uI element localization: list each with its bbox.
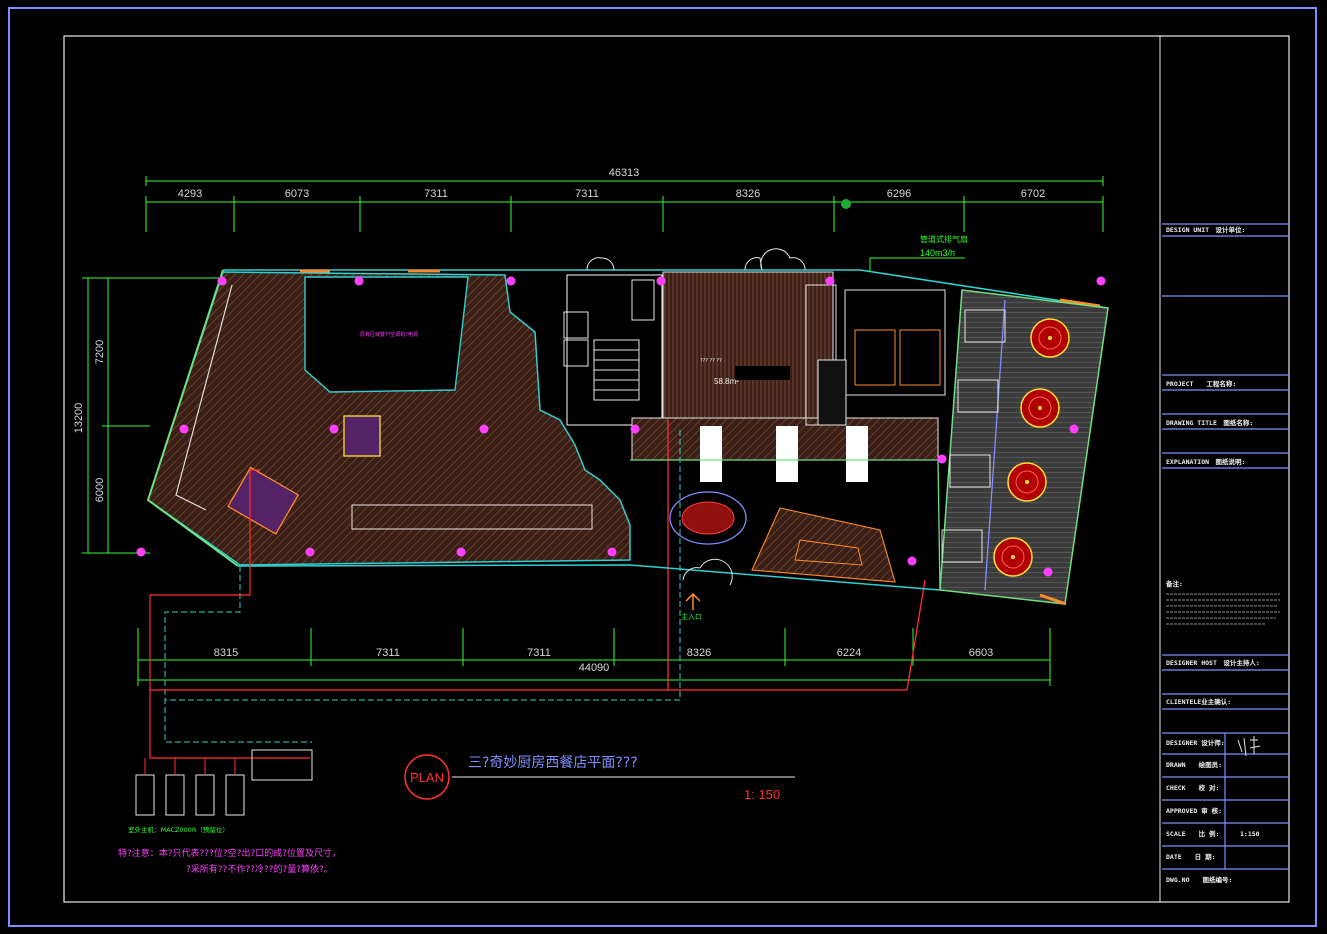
bottom-dim-2: 7311 [376,647,400,659]
left-dim-2: 6000 [94,478,106,502]
cad-drawing-sheet: 46313 4293 6073 7311 7311 8326 6296 6702… [8,7,1317,927]
bottom-segment-labels: 8315 7311 7311 8326 6224 6603 [214,647,993,659]
tb-dwg-no: DWG.NO 图纸编号: [1166,875,1232,884]
outdoor-unit-3 [195,774,215,816]
tb-designer-host: DESIGNER HOST 设计主持人: [1166,658,1260,667]
tb-drawing-title: DRAWING TITLE 图纸名称: [1166,418,1253,427]
tb-date: DATE 日 期: [1166,852,1215,861]
top-dim-4: 7311 [575,188,599,200]
pavilion-roof [751,507,896,583]
bottom-dim-4: 8326 [687,647,711,659]
umbrella-1 [1030,318,1070,358]
bottom-dim-1: 8315 [214,647,238,659]
refrigeration-unit-3 [846,426,868,482]
bottom-dim-6: 6603 [969,647,993,659]
tb-scale-value: 1:150 [1240,830,1260,838]
kitchen-area-label: ??? ?? ?? [700,358,722,364]
outdoor-unit-4 [225,774,245,816]
drawing-title-block: PLAN 三?奇妙厨房西餐店平面??? 1: 150 [404,754,795,802]
left-total-dimension: 13200 [73,403,85,434]
exhaust-fan-rate: 140m3/h [920,248,955,258]
duct-route-cyan [164,566,312,743]
tb-notes-heading: 备注: [1165,579,1183,588]
bottom-dim-5: 6224 [837,647,861,659]
umbrella-3 [1007,462,1047,502]
door-swing-2 [744,248,806,271]
top-dim-6: 6296 [887,188,911,200]
tb-scale-label: SCALE 比 例: [1166,829,1219,838]
outdoor-unit-1 [135,774,155,816]
top-dim-3: 7311 [424,188,448,200]
refrigeration-unit-1 [700,426,722,482]
kitchen-label-mask [735,366,790,380]
drawing-title: 三?奇妙厨房西餐店平面??? [468,754,638,771]
kitchen-floor [662,271,834,431]
entrance-arrow [685,592,701,610]
title-block [1162,223,1289,870]
tb-drawn: DRAWN 绘图员: [1166,760,1222,769]
top-dimension-chain [145,176,1104,232]
top-dim-1: 4293 [178,188,202,200]
bottom-dimension-chain [137,628,1051,686]
refrigeration-unit-2 [776,426,798,482]
datum-marker [841,199,851,209]
entrance-label: 主入口 [681,612,702,621]
tb-explanation: EXPLANATION 图纸说明: [1166,457,1245,466]
left-dim-1: 7200 [94,340,106,364]
counter-highlight [343,415,381,457]
plan-badge: PLAN [410,770,444,785]
designer-signature [1237,736,1261,757]
void-label: 原有区域暨??空调机?电源 [360,331,418,338]
umbrella-4 [993,537,1033,577]
tb-project: PROJECT 工程名称: [1166,379,1236,388]
indoor-units [251,749,313,781]
bottom-total-dimension: 44090 [579,662,610,674]
tb-notes-body [1166,593,1280,625]
floor-plan: 原有区域暨??空调机?电源 ??? ?? ?? 58.8m² 主入口 管道式排气… [136,234,1109,759]
note-line-1: 特?注意：本?只代表???位?空?出?口的成?位置及尺寸， [118,847,341,859]
note-line-2: ?采所有??不作??冷??的?量?算依?。 [186,863,333,875]
equipment-caption: 室外主机：MACZ000R（预留位） [128,825,229,834]
partition-2 [817,359,847,426]
tb-approved: APPROVED 审 核: [1166,806,1222,815]
tb-designer: DESIGNER 设计师: [1166,738,1225,747]
tb-client: CLIENTELE业主确认: [1166,697,1231,706]
top-dim-2: 6073 [285,188,309,200]
exhaust-fan-label: 管道式排气扇 [920,234,968,244]
outdoor-units [135,749,313,816]
top-dim-5: 8326 [736,188,760,200]
top-segment-labels: 4293 6073 7311 7311 8326 6296 6702 [178,188,1045,200]
door-swing-1 [586,257,615,271]
tb-check: CHECK 校 对: [1166,783,1219,792]
top-total-dimension: 46313 [609,167,640,179]
umbrella-2 [1020,388,1060,428]
tb-design-unit: DESIGN UNIT 设计单位: [1166,225,1245,234]
drawing-scale: 1: 150 [744,787,780,802]
bottom-dim-3: 7311 [527,647,551,659]
top-dim-7: 6702 [1021,188,1045,200]
outdoor-unit-2 [165,774,185,816]
oval-planter-inner [681,501,735,535]
